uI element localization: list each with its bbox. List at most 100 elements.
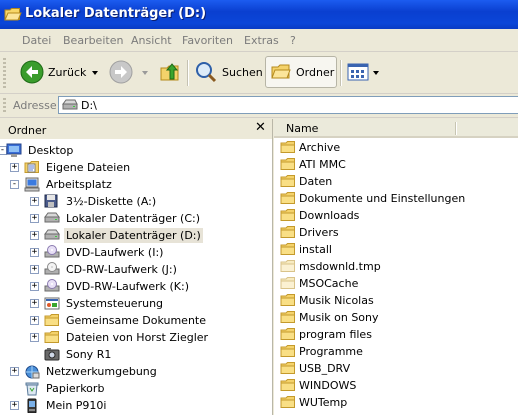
tree-expander[interactable]: + (30, 265, 39, 274)
tree-expander[interactable]: + (30, 333, 39, 342)
column-divider[interactable] (455, 122, 457, 135)
file-name: WUTemp (299, 396, 348, 409)
toolbar-grip[interactable] (3, 58, 6, 88)
up-folder-button[interactable] (158, 56, 182, 88)
file-name: install (299, 243, 332, 256)
tree-item[interactable]: CD-RW-Laufwerk (J:) (44, 261, 179, 278)
tree-expander[interactable]: + (30, 197, 39, 206)
tree-expander[interactable]: + (30, 231, 39, 240)
folder-icon (280, 175, 295, 187)
menu-help[interactable]: ? (290, 34, 296, 47)
phone-icon (27, 398, 37, 413)
tree-item[interactable]: Dateien von Horst Ziegler (44, 329, 210, 346)
file-list-item[interactable]: Musik on Sony (280, 309, 379, 326)
tree-expander[interactable]: + (30, 248, 39, 257)
file-name: msdownld.tmp (299, 260, 381, 273)
file-list-item[interactable]: WUTemp (280, 394, 347, 411)
column-name-header[interactable]: Name (286, 122, 318, 135)
file-list-item[interactable]: Archive (280, 139, 340, 156)
folders-label: Ordner (296, 65, 335, 79)
file-list-item[interactable]: MSOCache (280, 275, 358, 292)
tree-expander[interactable]: + (30, 214, 39, 223)
tree-expander[interactable]: - (10, 180, 19, 189)
tree-item[interactable]: DVD-RW-Laufwerk (K:) (44, 278, 191, 295)
menu-datei[interactable]: Datei (22, 34, 51, 47)
file-list-item[interactable]: WINDOWS (280, 377, 356, 394)
search-icon (196, 62, 217, 83)
folders-button[interactable]: Ordner (265, 56, 337, 88)
folder-icon (280, 209, 295, 221)
tree-expander[interactable]: + (30, 299, 39, 308)
menu-ansicht[interactable]: Ansicht (131, 34, 172, 47)
tree-item[interactable]: DVD-Laufwerk (I:) (44, 244, 165, 261)
tree-item[interactable]: Netzwerkumgebung (24, 363, 159, 380)
folder-icon (280, 294, 295, 306)
file-list-item[interactable]: ATI MMC (280, 156, 346, 173)
folder-icon (280, 345, 295, 357)
tree-item-label: Mein P910i (46, 399, 107, 412)
back-dropdown-icon[interactable] (92, 71, 98, 75)
folder-open-icon (4, 8, 22, 21)
title-bar[interactable]: Lokaler Datenträger (D:) (0, 0, 518, 29)
file-list-item[interactable]: Dokumente und Einstellungen (280, 190, 465, 207)
file-list-item[interactable]: msdownld.tmp (280, 258, 381, 275)
tree-item[interactable]: Arbeitsplatz (24, 176, 114, 193)
search-button[interactable]: Suchen (194, 56, 263, 88)
toolbar-separator (187, 60, 189, 86)
tree-item[interactable]: Desktop (6, 142, 75, 159)
tree-item-label: Papierkorb (46, 382, 105, 395)
camera-icon (44, 348, 60, 361)
file-list-pane: Name Archive ATI MMC Daten Dokumente und Ei… (274, 119, 518, 415)
tree-item[interactable]: Eigene Dateien (24, 159, 132, 176)
close-icon[interactable]: ✕ (255, 120, 266, 135)
folder-pane-title: Ordner (8, 124, 47, 137)
tree-expander[interactable]: + (10, 367, 19, 376)
address-input[interactable]: D:\ (58, 96, 518, 114)
file-list-item[interactable]: install (280, 241, 332, 258)
tree-item-label: Desktop (28, 144, 74, 157)
tree-expander[interactable]: + (10, 163, 19, 172)
address-grip[interactable] (3, 98, 6, 113)
file-list-item[interactable]: Daten (280, 173, 332, 190)
file-list-item[interactable]: Musik Nicolas (280, 292, 374, 309)
tree-item[interactable]: Mein P910i (24, 397, 108, 414)
hard-drive-icon (44, 212, 60, 223)
file-list-item[interactable]: program files (280, 326, 372, 343)
menu-extras[interactable]: Extras (244, 34, 279, 47)
tree-item[interactable]: Lokaler Datenträger (D:) (44, 227, 203, 244)
menu-bearbeiten[interactable]: Bearbeiten (63, 34, 123, 47)
views-dropdown-icon[interactable] (373, 71, 379, 75)
back-button[interactable]: Zurück (20, 56, 86, 88)
file-list-item[interactable]: Drivers (280, 224, 339, 241)
file-list-item[interactable]: USB_DRV (280, 360, 350, 377)
tree-item-label: Lokaler Datenträger (D:) (64, 228, 203, 243)
tree-item-label: Gemeinsame Dokumente (66, 314, 206, 327)
tree-expander[interactable]: + (10, 401, 19, 410)
tree-expander[interactable]: + (30, 282, 39, 291)
file-name: Daten (299, 175, 333, 188)
tree-item[interactable]: Papierkorb (24, 380, 106, 397)
forward-button[interactable] (109, 56, 133, 88)
tree-item[interactable]: Systemsteuerung (44, 295, 165, 312)
my-documents-icon (24, 161, 39, 173)
tree-item[interactable]: Gemeinsame Dokumente (44, 312, 208, 329)
views-button[interactable] (347, 56, 369, 88)
forward-dropdown-icon[interactable] (142, 71, 148, 75)
tree-expander[interactable]: + (30, 316, 39, 325)
folders-icon (271, 64, 291, 79)
folder-icon (280, 192, 295, 204)
file-list-item[interactable]: Downloads (280, 207, 359, 224)
folder-icon (280, 379, 295, 391)
tree-item[interactable]: Lokaler Datenträger (C:) (44, 210, 202, 227)
file-name: MSOCache (299, 277, 359, 290)
file-list-item[interactable]: Programme (280, 343, 363, 360)
tree-item[interactable]: 3½-Diskette (A:) (44, 193, 158, 210)
folder-hidden-icon (280, 277, 295, 289)
file-name: Programme (299, 345, 363, 358)
tree-item[interactable]: Sony R1 (44, 346, 113, 363)
folder-icon (280, 396, 295, 408)
menu-favoriten[interactable]: Favoriten (182, 34, 233, 47)
file-name: USB_DRV (299, 362, 351, 375)
tree-item-label: Systemsteuerung (66, 297, 164, 310)
address-label: Adresse (13, 99, 57, 112)
